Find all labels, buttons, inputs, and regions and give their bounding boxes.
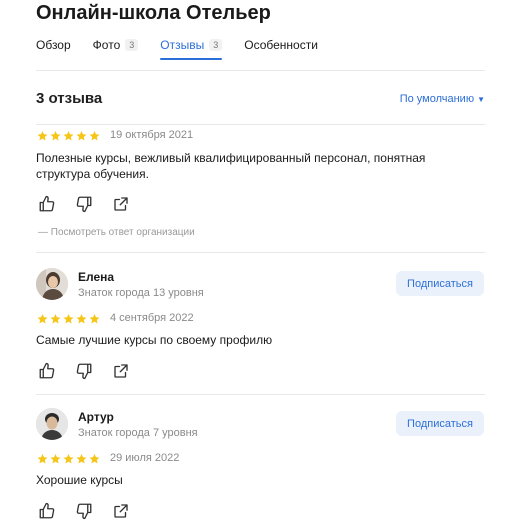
star-icon xyxy=(50,131,61,141)
like-icon[interactable] xyxy=(38,502,56,520)
dislike-icon[interactable] xyxy=(75,362,93,380)
star-icon xyxy=(89,131,100,141)
share-icon[interactable] xyxy=(112,502,130,520)
star-icon xyxy=(37,131,48,141)
tab-count-badge: 3 xyxy=(209,39,223,51)
tab-overview[interactable]: Обзор xyxy=(36,38,71,62)
author-name[interactable]: Артур xyxy=(78,410,114,424)
heading-divider xyxy=(36,124,485,125)
review-date: 19 октября 2021 xyxy=(110,129,194,141)
star-icon xyxy=(76,314,87,324)
tab-label: Фото xyxy=(92,38,121,52)
review-actions xyxy=(38,362,149,380)
tab-reviews[interactable]: Отзывы 3 xyxy=(160,38,223,62)
review-text: Хорошие курсы xyxy=(36,473,123,487)
avatar xyxy=(36,408,68,440)
star-icon xyxy=(50,454,61,464)
star-icon xyxy=(63,131,74,141)
chevron-down-icon: ▼ xyxy=(477,95,485,104)
dislike-icon[interactable] xyxy=(75,195,93,213)
rating-stars xyxy=(36,130,101,142)
tab-count-badge: 3 xyxy=(125,39,139,51)
review-text: Полезные курсы, вежливый квалифицированн… xyxy=(36,151,426,181)
share-icon[interactable] xyxy=(112,195,130,213)
review-actions xyxy=(38,195,149,213)
sort-dropdown[interactable]: По умолчанию ▼ xyxy=(400,93,485,105)
star-icon xyxy=(76,131,87,141)
share-icon[interactable] xyxy=(112,362,130,380)
tabs: Обзор Фото 3 Отзывы 3 Особенности xyxy=(36,38,340,70)
view-org-answer-link[interactable]: — Посмотреть ответ организации xyxy=(38,227,195,238)
review-text: Самые лучшие курсы по своему профилю xyxy=(36,333,273,347)
like-icon[interactable] xyxy=(38,195,56,213)
tabs-divider xyxy=(36,70,485,71)
dislike-icon[interactable] xyxy=(75,502,93,520)
page-title: Онлайн-школа Отельер xyxy=(36,2,271,24)
author-level: Знаток города 7 уровня xyxy=(78,427,198,439)
star-icon xyxy=(37,454,48,464)
reviews-count-heading: 3 отзыва xyxy=(36,90,103,107)
star-icon xyxy=(50,314,61,324)
review-divider xyxy=(36,394,485,395)
subscribe-button[interactable]: Подписаться xyxy=(396,271,484,296)
tab-label: Отзывы xyxy=(160,38,205,52)
sort-label: По умолчанию xyxy=(399,93,475,105)
tab-label: Особенности xyxy=(244,38,318,52)
star-icon xyxy=(63,454,74,464)
subscribe-button[interactable]: Подписаться xyxy=(396,411,484,436)
star-icon xyxy=(63,314,74,324)
author-level: Знаток города 13 уровня xyxy=(78,287,204,299)
star-icon xyxy=(37,314,48,324)
rating-stars xyxy=(36,313,101,325)
star-icon xyxy=(76,454,87,464)
star-icon xyxy=(89,314,100,324)
review-divider xyxy=(36,252,485,253)
tab-photos[interactable]: Фото 3 xyxy=(93,38,139,62)
tab-features[interactable]: Особенности xyxy=(244,38,318,62)
author-name[interactable]: Елена xyxy=(78,270,114,284)
review-date: 4 сентября 2022 xyxy=(110,312,194,324)
review-actions xyxy=(38,502,149,520)
avatar xyxy=(36,268,68,300)
star-icon xyxy=(89,454,100,464)
like-icon[interactable] xyxy=(38,362,56,380)
tab-label: Обзор xyxy=(36,38,71,52)
review-date: 29 июля 2022 xyxy=(110,452,180,464)
rating-stars xyxy=(36,453,101,465)
